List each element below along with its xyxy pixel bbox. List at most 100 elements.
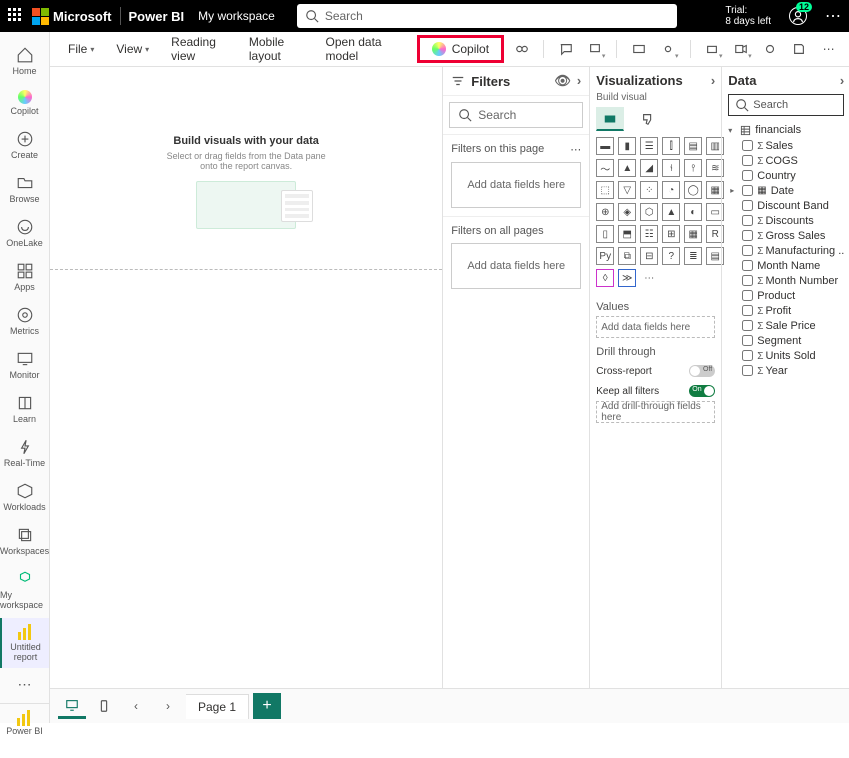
open-data-model-btn[interactable]: Open data model: [318, 31, 405, 67]
field-sale-price[interactable]: Sale Price: [728, 318, 844, 333]
py-viz[interactable]: Py: [596, 247, 614, 265]
filters-collapse[interactable]: ›: [577, 73, 581, 89]
field-checkbox[interactable]: [742, 335, 753, 346]
nav-home[interactable]: Home: [0, 40, 49, 82]
clustered-bar-viz[interactable]: ☰: [640, 137, 658, 155]
filters-page-more[interactable]: ⋯: [570, 143, 581, 156]
bookmark-btn[interactable]: ▾: [583, 36, 606, 62]
qa-viz[interactable]: ?: [662, 247, 680, 265]
stacked-area-viz[interactable]: ◢: [640, 159, 658, 177]
field-checkbox[interactable]: [742, 290, 753, 301]
desktop-layout-btn[interactable]: [58, 693, 86, 719]
nav-workloads[interactable]: Workloads: [0, 476, 49, 518]
field-checkbox[interactable]: [742, 350, 753, 361]
report-canvas[interactable]: Build visuals with your data Select or d…: [50, 67, 442, 688]
workspace-label[interactable]: My workspace: [198, 9, 275, 23]
trial-status[interactable]: Trial: 8 days left: [725, 5, 771, 27]
field-month-name[interactable]: Month Name: [728, 258, 844, 273]
field-checkbox[interactable]: [742, 140, 753, 151]
field-month-number[interactable]: Month Number: [728, 273, 844, 288]
field-checkbox[interactable]: [742, 215, 753, 226]
sync-btn[interactable]: [759, 36, 782, 62]
matrix-viz[interactable]: ▦: [684, 225, 702, 243]
file-menu[interactable]: File▾: [60, 38, 102, 60]
refresh-btn[interactable]: ▾: [656, 36, 679, 62]
filters-page-dropzone[interactable]: Add data fields here: [451, 162, 581, 208]
nav-workspaces[interactable]: Workspaces: [0, 520, 49, 562]
filters-all-dropzone[interactable]: Add data fields here: [451, 243, 581, 289]
build-visual-tab[interactable]: [596, 107, 624, 131]
field-discount-band[interactable]: Discount Band: [728, 198, 844, 213]
view-btn[interactable]: [627, 36, 650, 62]
field-checkbox[interactable]: [742, 200, 753, 211]
stacked-bar-viz[interactable]: ▬: [596, 137, 614, 155]
field-gross-sales[interactable]: Gross Sales: [728, 228, 844, 243]
field-units-sold[interactable]: Units Sold: [728, 348, 844, 363]
nav-create[interactable]: Create: [0, 124, 49, 166]
save-btn[interactable]: [788, 36, 811, 62]
line-col2-viz[interactable]: ⫯: [684, 159, 702, 177]
field-checkbox[interactable]: [742, 185, 753, 196]
more-menu[interactable]: ⋯: [825, 6, 841, 26]
scatter-viz[interactable]: ⁘: [640, 181, 658, 199]
field-country[interactable]: Country: [728, 168, 844, 183]
decomp-viz[interactable]: ⊟: [640, 247, 658, 265]
powerbi-switcher[interactable]: Power BI: [0, 703, 49, 742]
clustered-column-viz[interactable]: ⫿: [662, 137, 680, 155]
field-checkbox[interactable]: [742, 275, 753, 286]
next-page-btn[interactable]: ›: [154, 693, 182, 719]
line-col-viz[interactable]: ⫮: [662, 159, 680, 177]
donut-viz[interactable]: ◯: [684, 181, 702, 199]
nav-copilot[interactable]: Copilot: [0, 84, 49, 122]
field-manufacturing-[interactable]: Manufacturing ...: [728, 243, 844, 258]
drill-well[interactable]: Add drill-through fields here: [596, 401, 715, 423]
add-page-btn[interactable]: +: [253, 693, 281, 719]
format-visual-tab[interactable]: [634, 107, 662, 131]
field-discounts[interactable]: Discounts: [728, 213, 844, 228]
field-year[interactable]: Year: [728, 363, 844, 378]
mobile-layout-btn[interactable]: Mobile layout: [241, 31, 312, 67]
narrative-viz[interactable]: ≣: [684, 247, 702, 265]
comment-btn[interactable]: [554, 36, 577, 62]
bar100-viz[interactable]: ▤: [684, 137, 702, 155]
copilot-button[interactable]: Copilot: [422, 38, 499, 60]
nav-learn[interactable]: Learn: [0, 388, 49, 430]
kpi-viz[interactable]: ⬒: [618, 225, 636, 243]
map-viz[interactable]: ⊕: [596, 203, 614, 221]
viz-collapse[interactable]: ›: [711, 73, 715, 88]
keep-filters-toggle[interactable]: On: [689, 385, 715, 397]
multi-card-viz[interactable]: ▯: [596, 225, 614, 243]
explore-btn[interactable]: [510, 36, 533, 62]
waterfall-viz[interactable]: ⬚: [596, 181, 614, 199]
filled-map-viz[interactable]: ◈: [618, 203, 636, 221]
field-date[interactable]: ▸▦Date: [728, 183, 844, 198]
field-checkbox[interactable]: [742, 230, 753, 241]
table-viz[interactable]: ⊞: [662, 225, 680, 243]
page-tab-1[interactable]: Page 1: [186, 694, 249, 719]
values-well[interactable]: Add data fields here: [596, 316, 715, 338]
powerauto-viz[interactable]: ≫: [618, 269, 636, 287]
field-sales[interactable]: Sales: [728, 138, 844, 153]
global-search[interactable]: Search: [297, 4, 677, 28]
field-segment[interactable]: Segment: [728, 333, 844, 348]
nav-onelake[interactable]: OneLake: [0, 212, 49, 254]
field-checkbox[interactable]: [742, 245, 753, 256]
nav-browse[interactable]: Browse: [0, 168, 49, 210]
nav-metrics[interactable]: Metrics: [0, 300, 49, 342]
line-viz[interactable]: 〜: [596, 159, 614, 177]
field-product[interactable]: Product: [728, 288, 844, 303]
filters-eye-icon[interactable]: 👁: [554, 73, 571, 89]
data-collapse[interactable]: ›: [840, 73, 844, 88]
cross-report-toggle[interactable]: Off: [689, 365, 715, 377]
azure-map-viz[interactable]: ▲: [662, 203, 680, 221]
field-checkbox[interactable]: [742, 305, 753, 316]
field-cogs[interactable]: COGS: [728, 153, 844, 168]
share-btn[interactable]: ▾: [729, 36, 752, 62]
field-checkbox[interactable]: [742, 155, 753, 166]
nav-more[interactable]: ⋯: [0, 670, 49, 699]
notifications-button[interactable]: 12: [789, 7, 807, 25]
mobile-layout-switch[interactable]: [90, 693, 118, 719]
prev-page-btn[interactable]: ‹: [122, 693, 150, 719]
field-checkbox[interactable]: [742, 170, 753, 181]
filters-search[interactable]: Search: [449, 102, 583, 128]
